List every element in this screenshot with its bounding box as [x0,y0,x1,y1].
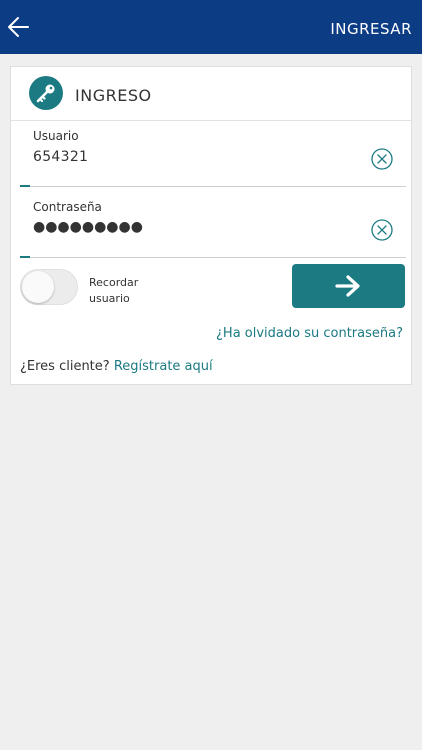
signup-link[interactable]: Regístrate aquí [114,359,213,374]
clear-circle-icon [371,148,393,170]
remember-user-toggle[interactable] [20,269,78,305]
signup-row: ¿Eres cliente? Regístrate aquí [20,359,213,374]
arrow-left-icon [8,17,29,37]
password-underline-accent [20,256,30,258]
remember-label-line2: usuario [89,292,130,305]
password-clear-button[interactable] [371,219,393,241]
password-underline [20,257,406,258]
username-label: Usuario [33,129,79,143]
card-header: INGRESO [11,67,411,121]
key-icon-badge [29,76,63,110]
login-card: INGRESO Usuario 654321 Contraseña ●●●●●●… [10,66,412,385]
clear-circle-icon [371,219,393,241]
username-underline [20,186,406,187]
remember-label-line1: Recordar [89,276,139,289]
username-input[interactable]: 654321 [33,149,88,165]
card-title: INGRESO [75,86,152,105]
login-submit-button[interactable] [292,264,405,308]
key-icon [36,84,55,103]
password-input[interactable]: ●●●●●●●●● [33,219,143,235]
password-label: Contraseña [33,200,102,214]
forgot-password-link[interactable]: ¿Ha olvidado su contraseña? [216,326,403,341]
username-field[interactable]: Usuario 654321 [20,129,406,187]
remember-user-label: Recordar usuario [89,275,159,307]
username-clear-button[interactable] [371,148,393,170]
signup-prompt: ¿Eres cliente? [20,359,110,374]
arrow-right-icon [335,275,360,297]
back-button[interactable] [6,14,32,40]
page-title: INGRESAR [330,20,412,38]
username-underline-accent [20,185,30,187]
toggle-knob [22,271,54,303]
password-field[interactable]: Contraseña ●●●●●●●●● [20,200,406,258]
top-bar: INGRESAR [0,0,422,54]
